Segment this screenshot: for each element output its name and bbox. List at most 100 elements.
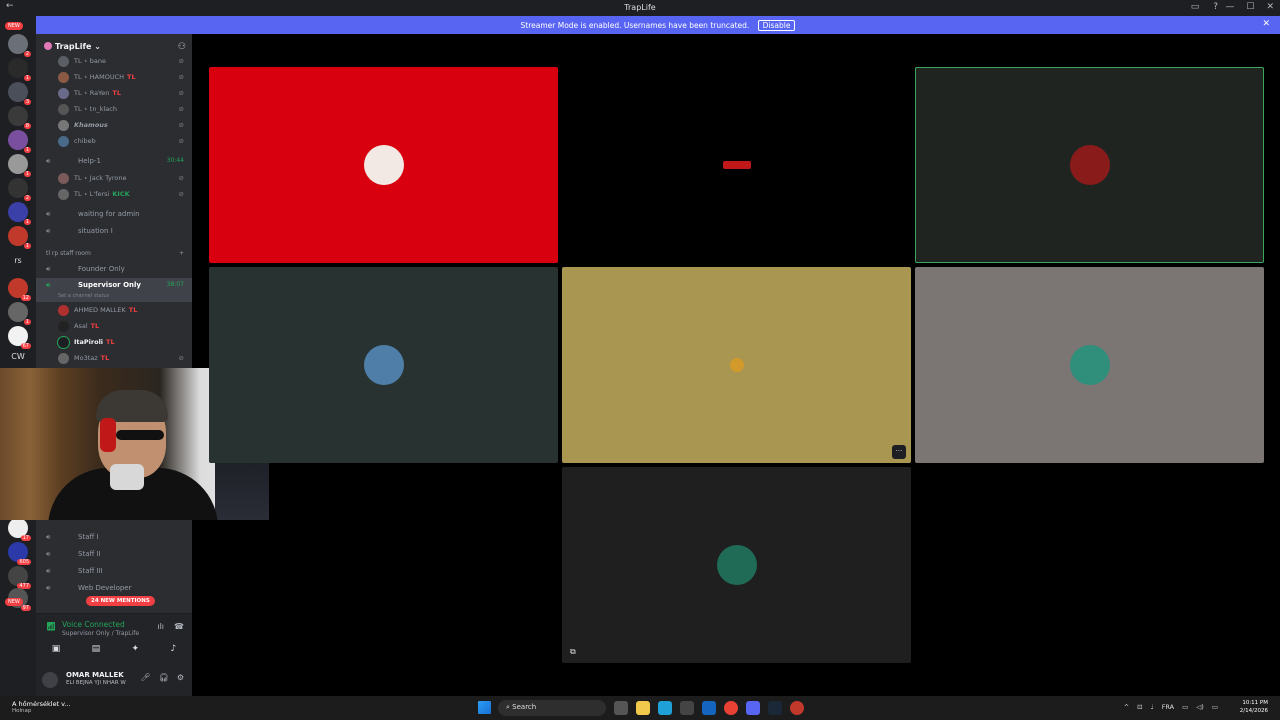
username[interactable]: OMAR MALLEK: [66, 671, 124, 679]
server-icon[interactable]: 1: [8, 130, 31, 153]
signal-icon[interactable]: 📶︎: [46, 622, 56, 631]
screen-share-icon[interactable]: ▤: [92, 644, 101, 654]
voice-user[interactable]: TL ⋆ HAMOUCH TL ⊘: [56, 70, 192, 86]
participant-tile[interactable]: [209, 67, 558, 263]
participant-tile[interactable]: ⧉: [562, 467, 911, 663]
server-icon[interactable]: 605: [8, 542, 31, 565]
disable-streamer-mode-button[interactable]: Disable: [757, 20, 796, 31]
server-icon[interactable]: 1: [8, 154, 31, 177]
weather-widget[interactable]: A hőmérséklet v... Holnap: [12, 700, 71, 714]
voice-channel-staff-2[interactable]: 🔊︎ Staff II: [36, 547, 192, 563]
streamer-mode-banner: Streamer Mode is enabled. Usernames have…: [36, 16, 1280, 34]
battery-icon[interactable]: ▭: [1212, 703, 1218, 711]
server-icon[interactable]: 67: [8, 326, 31, 349]
chrome-icon[interactable]: [724, 701, 738, 715]
user-panel: OMAR MALLEK ELI BEJNA YJI NHAR W 🎤︎ 🎧︎ ⚙: [36, 665, 192, 696]
server-header[interactable]: TrapLife ⌄: [44, 42, 101, 51]
more-options-button[interactable]: ···: [892, 445, 906, 459]
participant-tile[interactable]: [915, 67, 1264, 263]
camera-off-icon[interactable]: ▣: [52, 644, 61, 654]
server-initials[interactable]: CW: [6, 352, 30, 361]
volume-icon[interactable]: ◁): [1196, 703, 1204, 711]
server-icon[interactable]: 2: [8, 34, 31, 57]
app-icon[interactable]: [790, 701, 804, 715]
store-icon[interactable]: [680, 701, 694, 715]
server-icon[interactable]: 3: [8, 82, 31, 105]
voice-user[interactable]: ItaPiroli TL: [56, 335, 192, 351]
banner-message: Streamer Mode is enabled. Usernames have…: [520, 21, 750, 30]
voice-user[interactable]: Mo3taz TL ⊘: [56, 351, 192, 367]
participant-tile[interactable]: [562, 67, 911, 263]
edge-icon[interactable]: [658, 701, 672, 715]
voice-user[interactable]: chibeb ⊘: [56, 134, 192, 150]
server-icon[interactable]: 1: [8, 226, 31, 249]
voice-user[interactable]: TL ⋆ RaYen TL ⊘: [56, 86, 192, 102]
minimize-button[interactable]: —: [1225, 2, 1234, 12]
server-icon[interactable]: 1: [8, 58, 31, 81]
microphone-icon[interactable]: 🎤︎: [141, 673, 151, 682]
voice-user[interactable]: TL ⋆ bane ⊘: [56, 54, 192, 70]
new-mentions-pill[interactable]: 24 NEW MENTIONS: [86, 596, 155, 606]
voice-channel-help-1[interactable]: 🔊︎ Help-1 30:44: [36, 154, 192, 170]
display-icon[interactable]: ▭: [1182, 703, 1188, 711]
close-banner-icon[interactable]: ✕: [1262, 19, 1270, 29]
voice-channel-path[interactable]: Supervisor Only / TrapLife: [62, 630, 139, 637]
discord-icon[interactable]: [746, 701, 760, 715]
voice-user[interactable]: TL ⋆ Jack Tyrone ⊘: [56, 171, 192, 187]
deafened-icon: ⊘: [178, 137, 184, 145]
server-icon[interactable]: 2: [8, 178, 31, 201]
windows-start-icon[interactable]: [478, 701, 491, 714]
popout-icon[interactable]: ⧉: [570, 647, 576, 657]
server-icon[interactable]: 8: [8, 106, 31, 129]
steam-icon[interactable]: [768, 701, 782, 715]
server-icon[interactable]: 477: [8, 566, 31, 589]
server-icon[interactable]: 12: [8, 278, 31, 301]
task-view-icon[interactable]: [614, 701, 628, 715]
voice-channel-supervisor[interactable]: 🔊︎ Supervisor Only 38:07 Set a channel stat…: [36, 278, 192, 302]
noise-suppression-icon[interactable]: ılı: [157, 622, 164, 631]
participant-tile[interactable]: [209, 267, 558, 463]
avatar[interactable]: [42, 672, 58, 688]
network-icon[interactable]: ⊡: [1137, 703, 1142, 711]
voice-user[interactable]: TL ⋆ L'fersi KICK ⊘: [56, 187, 192, 203]
activities-icon[interactable]: ✦: [132, 644, 140, 654]
clock[interactable]: 10:11 PM 2/14/2026: [1240, 699, 1268, 715]
voice-channel-founder[interactable]: 🔊︎ Founder Only: [36, 262, 192, 278]
maximize-button[interactable]: ☐: [1246, 2, 1254, 12]
taskbar-search[interactable]: ⌕ Search: [498, 700, 606, 716]
soundboard-icon[interactable]: ♪: [171, 644, 177, 654]
voice-channel-situation[interactable]: 🔊︎ situation I: [36, 224, 192, 240]
language-indicator[interactable]: FRA: [1162, 703, 1174, 711]
server-initials[interactable]: rs: [6, 256, 30, 265]
close-window-button[interactable]: ✕: [1266, 2, 1274, 12]
server-icon[interactable]: 1: [8, 202, 31, 225]
chevron-up-icon[interactable]: ^: [1124, 703, 1129, 711]
voice-status[interactable]: Voice Connected: [62, 620, 125, 629]
server-icon[interactable]: 17: [8, 518, 31, 541]
voice-channel-staff-1[interactable]: 🔊︎ Staff I: [36, 530, 192, 546]
new-badge: NEW: [5, 22, 23, 30]
category-staff-room[interactable]: tl rp staff room +: [36, 247, 192, 263]
voice-user[interactable]: Khamous ⊘: [56, 118, 192, 134]
invite-people-icon[interactable]: ⚇: [178, 42, 186, 52]
participant-tile[interactable]: ···: [562, 267, 911, 463]
add-channel-icon: +: [178, 250, 184, 257]
help-icon[interactable]: ?: [1213, 2, 1218, 12]
file-explorer-icon[interactable]: [636, 701, 650, 715]
voice-channel-waiting[interactable]: 🔊︎ waiting for admin: [36, 207, 192, 223]
server-icon[interactable]: 1: [8, 302, 31, 325]
voice-user[interactable]: AHMED MALLEK TL: [56, 303, 192, 319]
settings-gear-icon[interactable]: ⚙: [177, 673, 184, 682]
window-titlebar: ← TrapLife ▭ ? — ☐ ✕: [0, 0, 1280, 16]
voice-user[interactable]: Asal TL: [56, 319, 192, 335]
mic-tray-icon[interactable]: ♩: [1151, 703, 1154, 711]
voice-channel-web-dev[interactable]: 🔊︎ Web Developer: [36, 581, 192, 597]
mail-icon[interactable]: [702, 701, 716, 715]
voice-channel-staff-3[interactable]: 🔊︎ Staff III: [36, 564, 192, 580]
voice-user[interactable]: TL ⋆ tn_klach ⊘: [56, 102, 192, 118]
deafened-icon: ⊘: [178, 190, 184, 198]
inbox-icon[interactable]: ▭: [1191, 2, 1200, 12]
participant-tile[interactable]: [915, 267, 1264, 463]
disconnect-icon[interactable]: ☎: [174, 622, 184, 631]
headphones-icon[interactable]: 🎧︎: [159, 673, 169, 682]
